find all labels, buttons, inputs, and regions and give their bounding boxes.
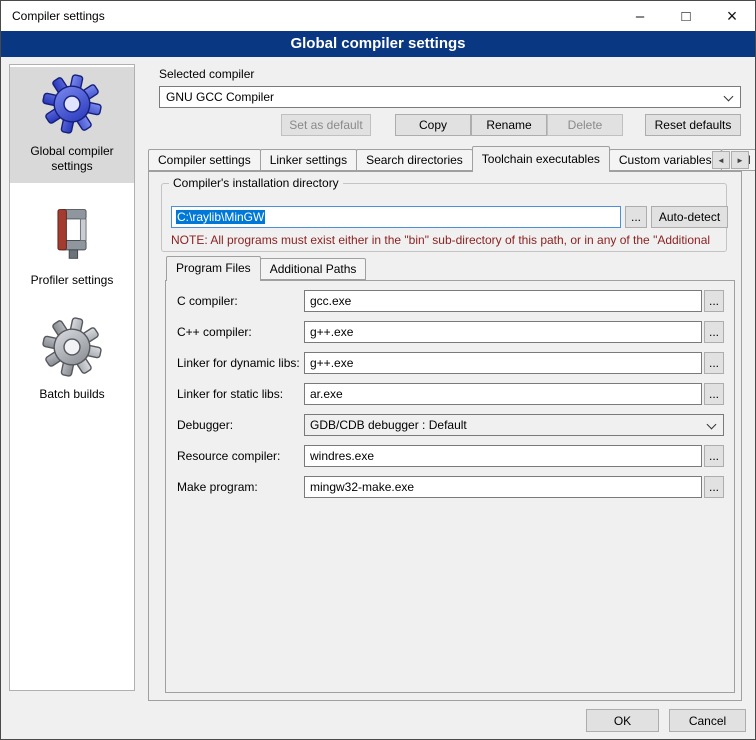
sidebar-item-profiler-settings[interactable]: Profiler settings xyxy=(10,196,134,297)
delete-button[interactable]: Delete xyxy=(547,114,623,136)
arrow-left-icon: ◄ xyxy=(717,156,725,165)
field-label: Linker for dynamic libs: xyxy=(177,356,304,370)
resource-compiler-input[interactable]: windres.exe xyxy=(304,445,702,467)
tab-scroll-left-button[interactable]: ◄ xyxy=(712,151,730,169)
installation-directory-value: C:\raylib\MinGW xyxy=(176,210,265,224)
field-label: Debugger: xyxy=(177,418,304,432)
rename-button[interactable]: Rename xyxy=(471,114,547,136)
tab-linker-settings[interactable]: Linker settings xyxy=(260,149,357,171)
tab-custom-variables[interactable]: Custom variables xyxy=(609,149,722,171)
ok-button[interactable]: OK xyxy=(586,709,659,732)
tab-search-directories[interactable]: Search directories xyxy=(356,149,473,171)
maximize-icon: □ xyxy=(681,8,690,25)
browse-button[interactable]: ... xyxy=(704,476,724,498)
dynamic-linker-row: Linker for dynamic libs: g++.exe ... xyxy=(177,352,724,374)
debugger-row: Debugger: GDB/CDB debugger : Default xyxy=(177,414,724,436)
installation-directory-legend: Compiler's installation directory xyxy=(169,176,343,190)
chevron-down-icon xyxy=(724,92,734,102)
tab-toolchain-executables[interactable]: Toolchain executables xyxy=(472,146,610,172)
window-controls: – □ × xyxy=(617,1,755,31)
gray-gear-icon xyxy=(42,317,102,380)
static-linker-row: Linker for static libs: ar.exe ... xyxy=(177,383,724,405)
arrow-right-icon: ► xyxy=(736,156,744,165)
field-label: C compiler: xyxy=(177,294,304,308)
program-files-tabstrip: Program Files Additional Paths xyxy=(166,258,365,280)
compiler-settings-window: Compiler settings – □ × Global compiler … xyxy=(0,0,756,740)
browse-button[interactable]: ... xyxy=(704,321,724,343)
dynamic-linker-input[interactable]: g++.exe xyxy=(304,352,702,374)
debugger-value: GDB/CDB debugger : Default xyxy=(310,418,467,432)
tab-program-files[interactable]: Program Files xyxy=(166,256,261,281)
cancel-button[interactable]: Cancel xyxy=(669,709,746,732)
browse-button[interactable]: ... xyxy=(704,352,724,374)
maximize-button[interactable]: □ xyxy=(663,1,709,31)
sidebar-item-label: Global compiler settings xyxy=(12,144,132,174)
debugger-dropdown[interactable]: GDB/CDB debugger : Default xyxy=(304,414,724,436)
selected-compiler-value: GNU GCC Compiler xyxy=(166,90,274,104)
selected-compiler-dropdown[interactable]: GNU GCC Compiler xyxy=(159,86,741,108)
auto-detect-button[interactable]: Auto-detect xyxy=(651,206,728,228)
selected-compiler-label: Selected compiler xyxy=(159,67,254,81)
browse-button[interactable]: ... xyxy=(704,383,724,405)
installation-directory-input[interactable]: C:\raylib\MinGW xyxy=(171,206,621,228)
resource-compiler-row: Resource compiler: windres.exe ... xyxy=(177,445,724,467)
cpp-compiler-row: C++ compiler: g++.exe ... xyxy=(177,321,724,343)
minimize-button[interactable]: – xyxy=(617,1,663,31)
blue-gear-icon xyxy=(42,74,102,137)
make-program-input[interactable]: mingw32-make.exe xyxy=(304,476,702,498)
dialog-banner: Global compiler settings xyxy=(1,31,755,57)
field-label: Resource compiler: xyxy=(177,449,304,463)
close-button[interactable]: × xyxy=(709,1,755,31)
chevron-down-icon xyxy=(707,420,717,430)
field-label: Linker for static libs: xyxy=(177,387,304,401)
c-compiler-row: C compiler: gcc.exe ... xyxy=(177,290,724,312)
tab-additional-paths[interactable]: Additional Paths xyxy=(260,258,367,280)
browse-directory-button[interactable]: ... xyxy=(625,206,647,228)
field-label: C++ compiler: xyxy=(177,325,304,339)
settings-tabstrip: Compiler settings Linker settings Search… xyxy=(148,149,756,171)
c-compiler-input[interactable]: gcc.exe xyxy=(304,290,702,312)
sidebar-item-batch-builds[interactable]: Batch builds xyxy=(10,310,134,411)
static-linker-input[interactable]: ar.exe xyxy=(304,383,702,405)
minimize-icon: – xyxy=(636,8,644,25)
settings-category-list: Global compiler settings Profiler settin… xyxy=(9,64,135,691)
sidebar-item-label: Batch builds xyxy=(39,387,104,402)
note-text: NOTE: All programs must exist either in … xyxy=(171,233,731,247)
reset-defaults-button[interactable]: Reset defaults xyxy=(645,114,741,136)
tab-scroll-right-button[interactable]: ► xyxy=(731,151,749,169)
window-title: Compiler settings xyxy=(12,9,105,23)
browse-button[interactable]: ... xyxy=(704,290,724,312)
tab-compiler-settings[interactable]: Compiler settings xyxy=(148,149,261,171)
sidebar-item-label: Profiler settings xyxy=(31,273,114,288)
sidebar-item-global-compiler-settings[interactable]: Global compiler settings xyxy=(10,67,134,183)
titlebar: Compiler settings – □ × xyxy=(1,1,755,31)
cpp-compiler-input[interactable]: g++.exe xyxy=(304,321,702,343)
close-icon: × xyxy=(727,6,738,27)
browse-button[interactable]: ... xyxy=(704,445,724,467)
copy-button[interactable]: Copy xyxy=(395,114,471,136)
profiler-tool-icon xyxy=(42,203,102,266)
field-label: Make program: xyxy=(177,480,304,494)
set-as-default-button[interactable]: Set as default xyxy=(281,114,371,136)
make-program-row: Make program: mingw32-make.exe ... xyxy=(177,476,724,498)
